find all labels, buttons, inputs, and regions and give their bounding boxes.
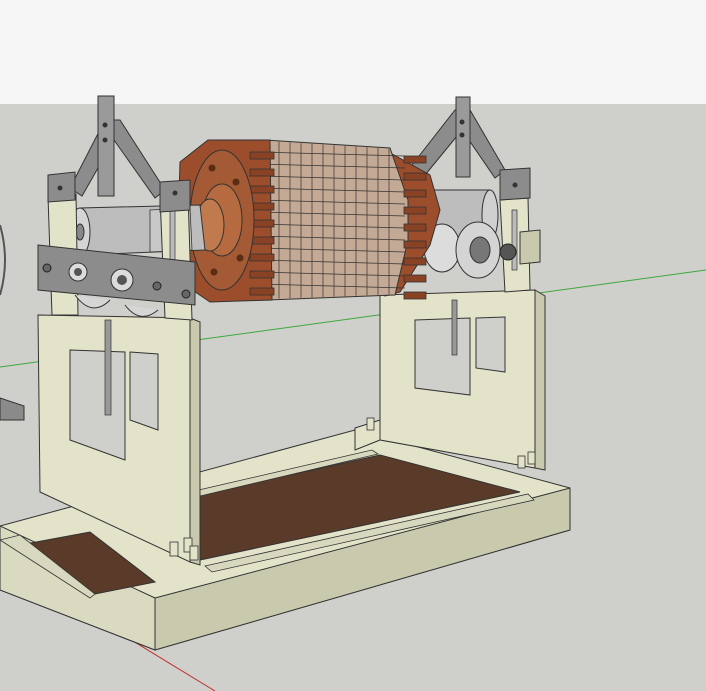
copper-tooth [249,236,275,245]
copper-tooth [403,172,427,181]
copper-tooth [403,274,427,283]
copper-tooth [403,257,427,266]
3d-viewport[interactable] [0,0,706,691]
copper-tooth [403,240,427,249]
copper-tooth [403,206,427,215]
copper-tooth [403,223,427,232]
copper-tooth [249,287,275,296]
copper-tooth [403,189,427,198]
copper-tooth [249,270,275,279]
copper-tooth [249,253,275,262]
sky-background [0,0,706,104]
copper-tooth [403,291,427,300]
copper-tooth [249,151,275,160]
copper-tooth [249,168,275,177]
copper-tooth [403,155,427,164]
rotor-assembly[interactable] [177,139,441,303]
copper-tooth [249,185,275,194]
model-canvas[interactable] [0,0,706,691]
